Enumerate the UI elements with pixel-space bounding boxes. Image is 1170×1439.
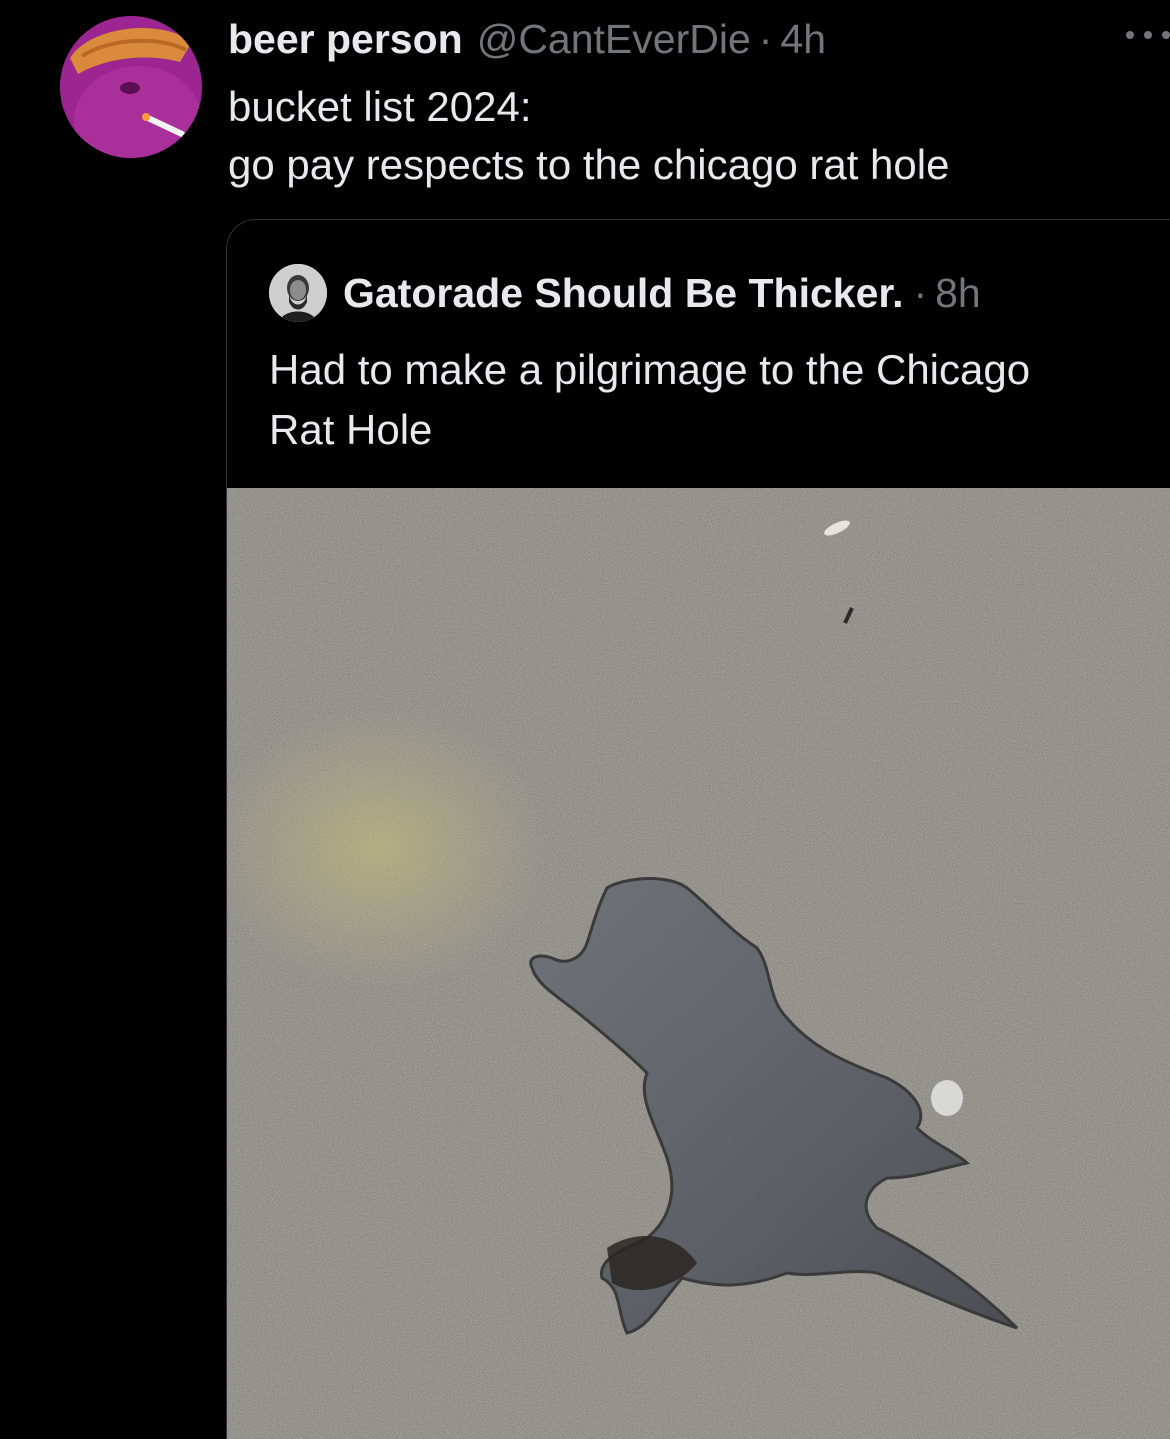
avatar[interactable]	[60, 16, 202, 158]
quote-tweet-card[interactable]: Gatorade Should Be Thicker. · 8h Had to …	[226, 219, 1170, 1439]
separator-dot: ·	[913, 269, 928, 316]
quote-avatar[interactable]	[269, 264, 327, 322]
quote-text-line: Had to make a pilgrimage to the Chicago	[269, 346, 1031, 393]
tweet-text-line: go pay respects to the chicago rat hole	[228, 141, 950, 188]
quote-text: Had to make a pilgrimage to the Chicago …	[269, 340, 1149, 460]
quote-photo[interactable]	[227, 488, 1170, 1439]
quote-timestamp[interactable]: 8h	[935, 270, 981, 317]
quote-header: Gatorade Should Be Thicker. · 8h	[269, 260, 981, 326]
quote-text-line: Rat Hole	[269, 406, 433, 453]
user-handle[interactable]: @CantEverDie	[477, 14, 751, 64]
quote-display-name[interactable]: Gatorade Should Be Thicker.	[343, 270, 903, 317]
tweet-header: beer person @CantEverDie · 4h	[228, 14, 826, 64]
more-horizontal-icon[interactable]	[1126, 28, 1170, 42]
timestamp[interactable]: 4h	[780, 14, 826, 64]
tweet[interactable]: beer person @CantEverDie · 4h bucket lis…	[0, 0, 1170, 1439]
tweet-text-line: bucket list 2024:	[228, 83, 532, 130]
separator-dot: ·	[758, 16, 773, 62]
display-name[interactable]: beer person	[228, 14, 463, 64]
tweet-text: bucket list 2024: go pay respects to the…	[228, 78, 1148, 194]
